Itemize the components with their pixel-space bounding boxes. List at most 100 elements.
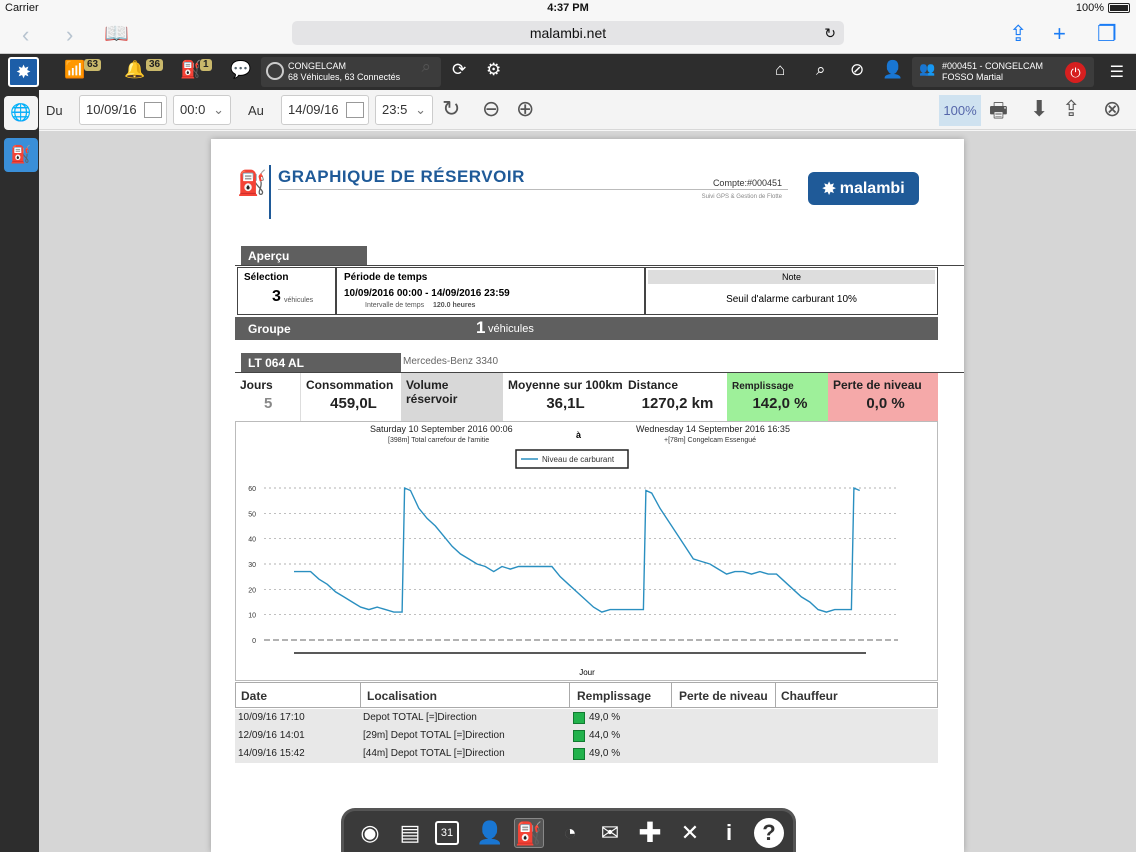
selection-label: Sélection <box>244 272 289 283</box>
x-axis-label: Jour <box>579 668 595 677</box>
messages-icon[interactable]: 💬 <box>230 60 251 80</box>
note-box: Note Seuil d'alarme carburant 10% <box>645 267 938 315</box>
search-icon[interactable]: ⌕ <box>816 60 826 80</box>
print-icon[interactable]: 🖶 <box>989 96 1008 130</box>
tabs-icon[interactable]: ❐ <box>1097 21 1117 47</box>
fuel-icon[interactable]: ⛽ <box>514 818 544 848</box>
stat-moyenne-label: Moyenne sur 100km <box>508 378 623 392</box>
user-settings-icon[interactable]: 👤 <box>882 60 903 80</box>
title-divider <box>269 165 271 219</box>
col-divider <box>671 683 672 707</box>
period-label: Période de temps <box>344 272 428 283</box>
to-date-input[interactable]: 14/09/16 <box>281 95 369 125</box>
settings-gear-icon[interactable]: ⚙ <box>486 60 501 80</box>
home-icon[interactable]: ⌂ <box>775 60 785 80</box>
group-search-icon[interactable]: ⌕ <box>421 58 431 75</box>
zoom-in-icon[interactable]: ⊕ <box>516 96 534 122</box>
stat-consommation: Consommation 459,0L <box>301 373 401 421</box>
col-perte: Perte de niveau <box>679 689 768 703</box>
close-icon[interactable]: ⊗ <box>1103 96 1121 122</box>
gauge-icon[interactable]: ◔ <box>555 818 585 848</box>
group-value: 1 <box>476 318 486 337</box>
y-tick-label: 0 <box>252 638 256 645</box>
stat-distance-label: Distance <box>628 378 679 392</box>
info-icon[interactable]: i <box>714 818 744 848</box>
col-divider <box>775 683 776 707</box>
selection-unit: véhicules <box>284 297 314 304</box>
no-location-icon[interactable]: ⊘ <box>850 60 864 80</box>
mail-icon[interactable]: ✉ <box>595 818 625 848</box>
period-value: 10/09/2016 00:00 - 14/09/2016 23:59 <box>344 288 510 299</box>
add-icon[interactable]: ✚ <box>635 818 665 848</box>
group-selector[interactable]: CONGELCAM 68 Véhicules, 63 Connectés ⌕ <box>261 57 441 87</box>
dashboard-icon[interactable]: ◉ <box>355 818 385 848</box>
fuel-chart-icon[interactable]: ⛽ <box>4 138 38 172</box>
power-icon[interactable]: ⏻ <box>1065 62 1086 83</box>
bell-icon[interactable]: 🔔 <box>124 60 145 80</box>
zoom-level[interactable]: 100% <box>939 95 981 126</box>
account-panel[interactable]: 👥 #000451 - CONGELCAM FOSSO Martial ⏻ <box>912 57 1094 87</box>
col-chauffeur: Chauffeur <box>781 689 838 703</box>
sync-icon[interactable]: ⟳ <box>452 60 466 80</box>
battery-indicator: 100% <box>1076 2 1130 14</box>
stat-perte-label: Perte de niveau <box>833 378 922 392</box>
bottom-dock: ◉ ▤ 31 👤 ⛽ ◔ ✉ ✚ ✕ i ? <box>341 808 796 852</box>
back-icon[interactable]: ‹ <box>22 22 29 48</box>
driver-icon[interactable]: 👤 <box>475 818 505 848</box>
app-logo-icon[interactable]: ✸ <box>8 57 39 87</box>
from-date-input[interactable]: 10/09/16 <box>79 95 167 125</box>
fill-indicator <box>573 730 585 742</box>
address-bar[interactable]: malambi.net ↻ <box>292 21 844 45</box>
overview-rule <box>235 265 964 266</box>
stat-remplissage-label: Remplissage <box>732 381 794 392</box>
chart-series <box>294 486 860 613</box>
row-location: [44m] Depot TOTAL [=]Direction <box>363 748 505 759</box>
stat-jours: Jours 5 <box>235 373 301 421</box>
date-filter-bar: Du 10/09/16 00:0 ⌄ Au 14/09/16 23:5 ⌄ ↻ … <box>39 90 1136 130</box>
forward-icon[interactable]: › <box>66 22 73 48</box>
from-time-select[interactable]: 00:0 ⌄ <box>173 95 231 125</box>
alert-count-badge: 36 <box>146 59 164 71</box>
fuel-alert-icon[interactable]: ⛽ <box>180 60 201 80</box>
refresh-icon[interactable]: ↻ <box>442 96 460 122</box>
row-remplissage: 49,0 % <box>589 748 621 759</box>
to-time-select[interactable]: 23:5 ⌄ <box>375 95 433 125</box>
fuel-report-icon: ⛽ <box>237 170 267 197</box>
report-icon[interactable]: ▤ <box>395 818 425 848</box>
zoom-out-icon[interactable]: ⊖ <box>482 96 500 122</box>
row-location: [29m] Depot TOTAL [=]Direction <box>363 730 505 741</box>
stat-volume-label: Volume réservoir <box>406 378 458 406</box>
group-label: Groupe <box>248 322 291 336</box>
vehicle-plate: LT 064 AL <box>241 353 401 372</box>
calendar-icon[interactable]: 31 <box>435 821 459 845</box>
tools-icon[interactable]: ✕ <box>675 818 705 848</box>
globe-icon[interactable]: 🌐 <box>4 96 38 130</box>
interval-value: 120.0 heures <box>433 302 476 309</box>
row-remplissage: 44,0 % <box>589 730 621 741</box>
reload-icon[interactable]: ↻ <box>824 21 836 45</box>
ios-status-bar: Carrier 4:37 PM 100% <box>0 0 1136 17</box>
chevron-down-icon: ⌄ <box>213 102 224 117</box>
download-icon[interactable]: ⬇ <box>1030 96 1048 122</box>
group-unit: véhicules <box>488 323 534 335</box>
note-value: Seuil d'alarme carburant 10% <box>726 294 857 305</box>
users-icon: 👥 <box>919 61 936 76</box>
stat-moyenne: Moyenne sur 100km 36,1L <box>503 373 623 421</box>
stat-perte: Perte de niveau 0,0 % <box>828 373 938 421</box>
group-bar: Groupe 1 véhicules <box>235 317 938 340</box>
y-tick-label: 10 <box>248 613 256 620</box>
share-icon[interactable]: ⇪ <box>1009 21 1027 47</box>
fuel-chart-svg: 0 10 20 30 40 50 60 Jour Niveau de carburant <box>248 449 898 677</box>
new-tab-icon[interactable]: + <box>1053 21 1066 47</box>
wifi-icon[interactable]: 📶 <box>64 60 85 80</box>
refuel-table-header: Date Localisation Remplissage Perte de n… <box>235 682 938 708</box>
battery-icon <box>1108 3 1130 13</box>
fill-indicator <box>573 748 585 760</box>
selection-value: 3 <box>272 288 281 305</box>
help-icon[interactable]: ? <box>754 818 784 848</box>
menu-icon[interactable]: ☰ <box>1110 62 1124 82</box>
bookmarks-icon[interactable]: 📖 <box>104 21 129 46</box>
stat-jours-label: Jours <box>240 378 273 392</box>
stat-volume: Volume réservoir <box>401 373 503 421</box>
export-icon[interactable]: ⇪ <box>1062 96 1080 122</box>
